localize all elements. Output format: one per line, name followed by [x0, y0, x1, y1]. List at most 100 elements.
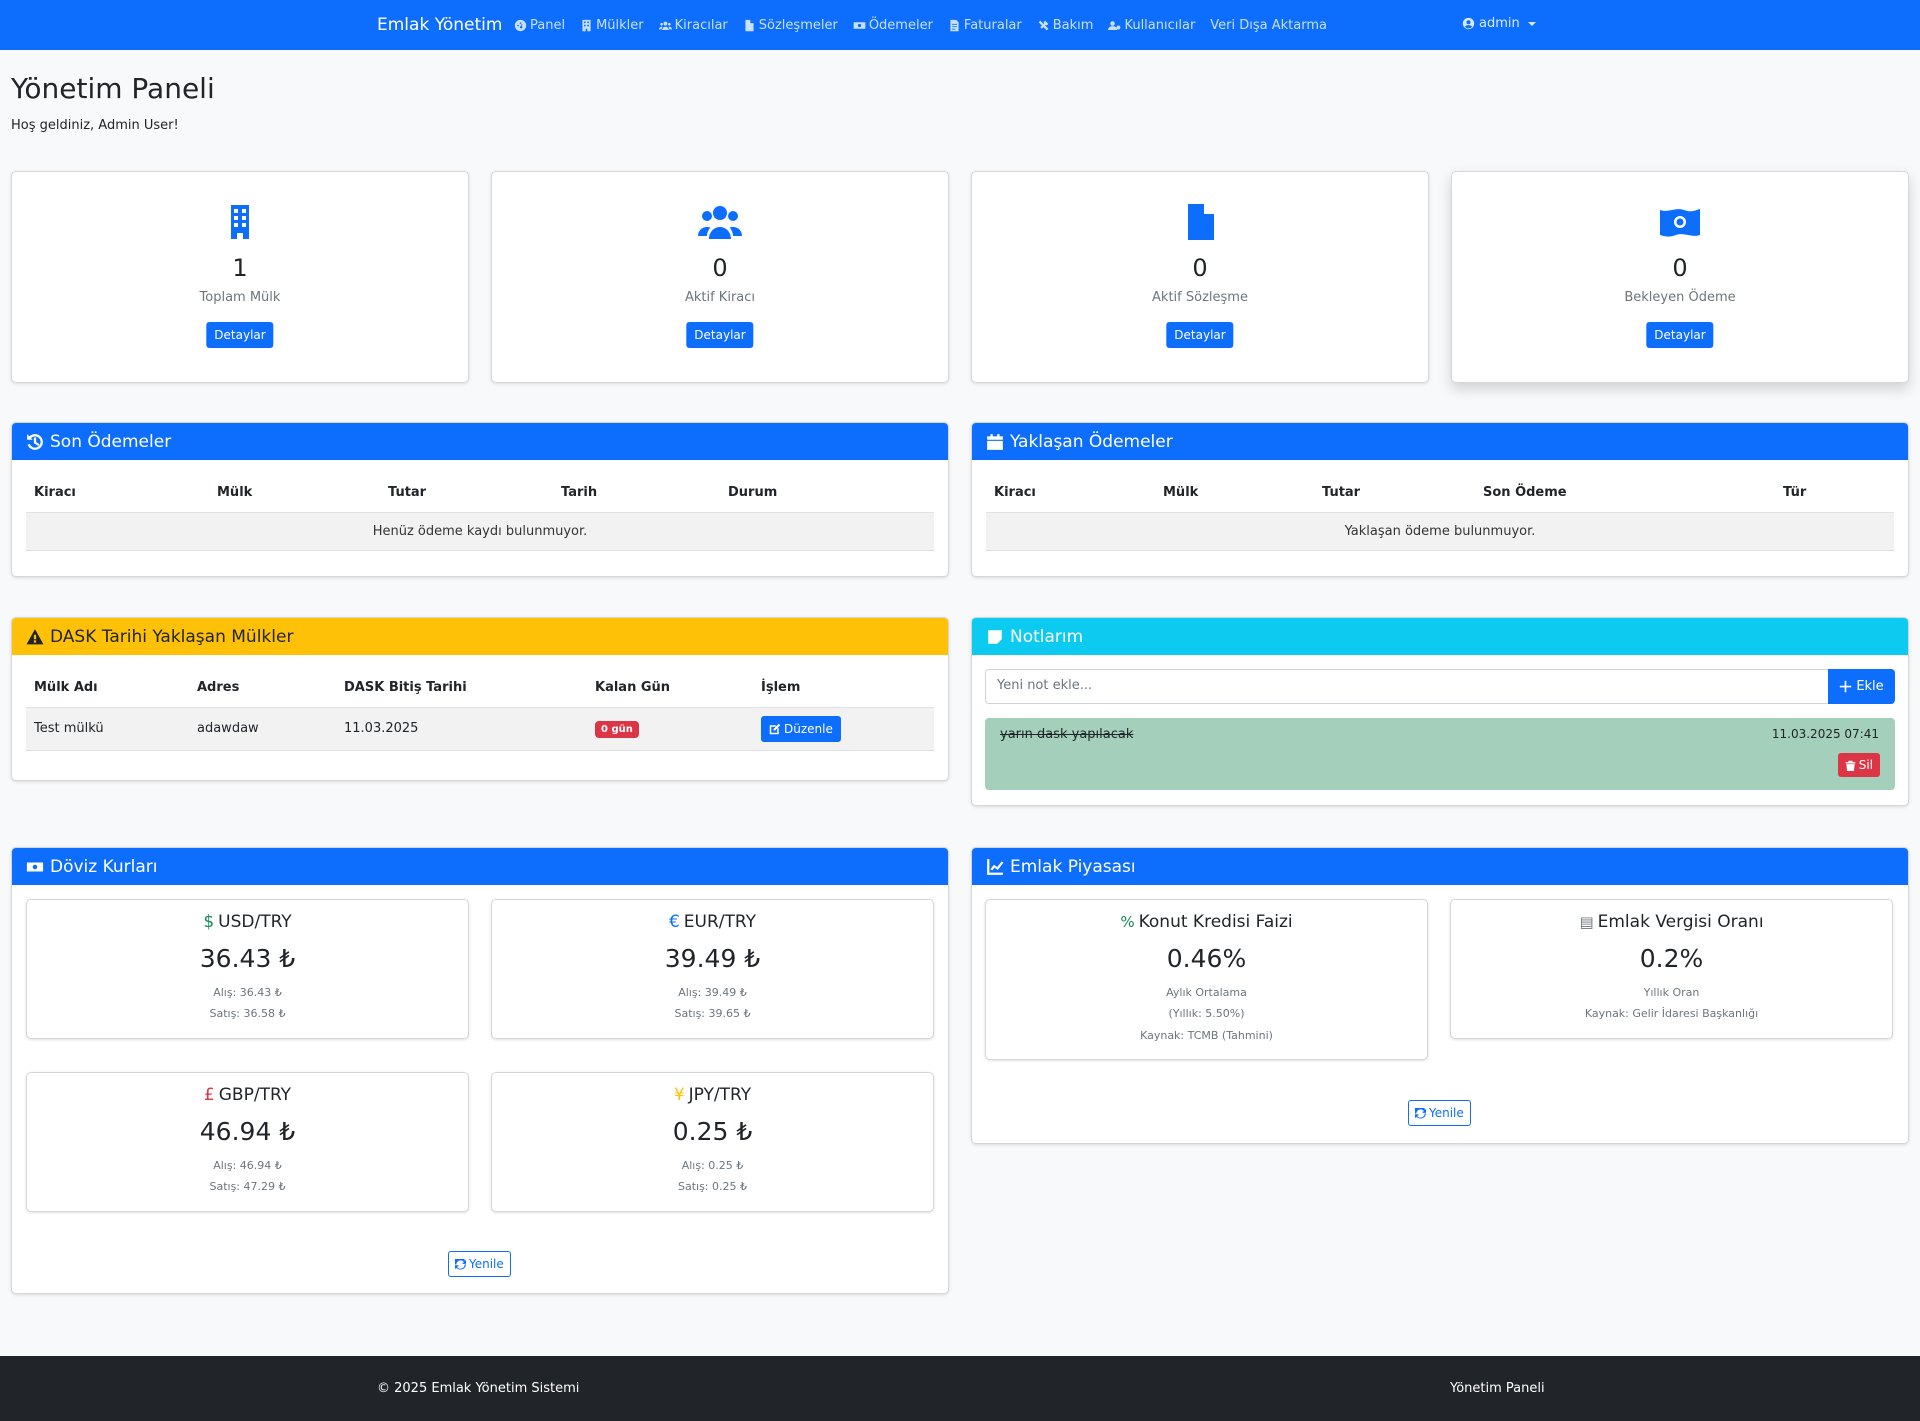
details-button[interactable]: Detaylar [1646, 322, 1714, 348]
stat-value: 0 [1672, 254, 1688, 282]
nav-link-label: Mülkler [596, 17, 644, 33]
user-menu-toggle[interactable]: admin [1462, 16, 1536, 31]
nav-link-properties[interactable]: Mülkler [580, 18, 644, 33]
nav-link-contracts[interactable]: Sözleşmeler [743, 18, 838, 33]
rate-value: 36.43 ₺ [199, 944, 296, 973]
user-cog-icon [1108, 20, 1121, 30]
trash-icon [1845, 760, 1856, 771]
plus-icon [1840, 680, 1852, 693]
nav-link-label: Bakım [1052, 17, 1094, 33]
dask-end-date: 11.03.2025 [336, 707, 587, 751]
refresh-label: Yenile [469, 1257, 504, 1271]
action-cell: Düzenle [753, 707, 934, 751]
note-input[interactable]: Yeni not ekle... [985, 669, 1829, 704]
buy-rate: Alış: 36.43 ₺ [213, 986, 282, 999]
column-header: Kalan Gün [587, 669, 753, 708]
panel-title: Yaklaşan Ödemeler [1010, 431, 1173, 452]
market-item-line: (Yıllık: 5.50%) [1168, 1007, 1245, 1020]
user-circle-icon [1462, 17, 1475, 30]
stat-icon-wrap [12, 203, 468, 241]
nav-link-tenants[interactable]: Kiracılar [658, 18, 728, 33]
rate-pair: JPY/TRY [688, 1085, 752, 1105]
market-item-title: Konut Kredisi Faizi [1138, 912, 1293, 932]
nav-link-invoices[interactable]: Faturalar [948, 18, 1022, 33]
buy-rate: Alış: 46.94 ₺ [213, 1159, 282, 1172]
column-header: Tutar [1314, 474, 1475, 513]
refresh-icon [1415, 1107, 1426, 1118]
empty-message: Henüz ödeme kaydı bulunmuyor. [26, 512, 934, 551]
dask-table: Mülk Adı Adres DASK Bitiş Tarihi Kalan G… [26, 669, 934, 751]
stat-value: 1 [232, 254, 248, 282]
remaining-days-cell: 0 gün [587, 707, 753, 751]
stat-label: Toplam Mülk [199, 290, 281, 305]
note-text: yarın dask yapılacak [1000, 727, 1134, 742]
euro-icon: € [668, 912, 680, 932]
chevron-down-icon [1527, 21, 1536, 26]
details-button[interactable]: Detaylar [206, 322, 274, 348]
nav-link-label: Kullanıcılar [1124, 17, 1196, 33]
empty-message: Yaklaşan ödeme bulunmuyor. [986, 512, 1894, 551]
panel-title: Notlarım [1010, 626, 1084, 647]
sticky-note-icon [988, 629, 1002, 644]
add-note-label: Ekle [1856, 679, 1884, 694]
footer-copyright: © 2025 Emlak Yönetim Sistemi [377, 1381, 580, 1396]
column-header: DASK Bitiş Tarihi [336, 669, 587, 708]
edit-button[interactable]: Düzenle [761, 715, 841, 742]
add-note-button[interactable]: Ekle [1828, 669, 1895, 704]
panel-title: Döviz Kurları [50, 856, 158, 877]
panel-title: Son Ödemeler [50, 431, 172, 452]
panel-header: Emlak Piyasası [972, 848, 1908, 885]
rate-card-eur: € EUR/TRY 39.49 ₺ Alış: 39.49 ₺ Satış: 3… [491, 899, 934, 1039]
stat-value: 0 [1192, 254, 1208, 282]
market-item-title: Emlak Vergisi Oranı [1597, 912, 1764, 932]
details-button[interactable]: Detaylar [686, 322, 754, 348]
money-icon [26, 862, 44, 871]
nav-link-label: Veri Dışa Aktarma [1210, 17, 1327, 33]
market-item-line: Kaynak: Gelir İdaresi Başkanlığı [1584, 1007, 1759, 1020]
column-header: Mülk [1155, 474, 1314, 513]
sell-rate: Satış: 36.58 ₺ [209, 1007, 286, 1020]
nav-link-panel[interactable]: Panel [514, 18, 565, 33]
money-icon [853, 21, 866, 29]
stat-label: Aktif Kiracı [684, 290, 756, 305]
rate-value: 46.94 ₺ [199, 1117, 296, 1146]
top-navbar: Emlak Yönetim Panel Mülkler Kiracılar Sö… [0, 0, 1920, 50]
yen-icon: ¥ [673, 1085, 685, 1105]
column-header: İşlem [753, 669, 934, 708]
nav-link-maintenance[interactable]: Bakım [1037, 17, 1094, 33]
panel-header: Notlarım [972, 618, 1908, 655]
panel-header: DASK Tarihi Yaklaşan Mülkler [12, 618, 948, 655]
building-icon [231, 205, 249, 239]
buy-rate: Alış: 39.49 ₺ [678, 986, 747, 999]
details-button[interactable]: Detaylar [1166, 322, 1234, 348]
stat-icon-wrap [1452, 203, 1908, 241]
percent-icon: % [1120, 913, 1135, 931]
sell-rate: Satış: 47.29 ₺ [209, 1180, 286, 1193]
nav-link-label: Sözleşmeler [758, 17, 838, 33]
rate-title: % Konut Kredisi Faizi [986, 912, 1427, 932]
stat-value: 0 [712, 254, 728, 282]
refresh-rates-button[interactable]: Yenile [448, 1251, 511, 1277]
dashboard-icon [514, 19, 527, 31]
panel-header: Son Ödemeler [12, 423, 948, 460]
chart-line-icon [987, 858, 1004, 875]
nav-link-export[interactable]: Veri Dışa Aktarma [1210, 18, 1327, 33]
nav-link-label: Ödemeler [868, 17, 933, 33]
nav-link-users[interactable]: Kullanıcılar [1108, 18, 1195, 33]
property-tax-card: ▤ Emlak Vergisi Oranı 0.2% Yıllık Oran K… [1450, 899, 1893, 1039]
nav-links: Panel Mülkler Kiracılar Sözleşmeler Ödem… [514, 0, 1327, 50]
tools-icon [1038, 20, 1049, 30]
contract-icon [1188, 204, 1214, 240]
brand-link[interactable]: Emlak Yönetim [377, 15, 502, 35]
refresh-market-button[interactable]: Yenile [1408, 1100, 1471, 1126]
welcome-text: Hoş geldiniz, Admin User! [11, 118, 179, 133]
delete-note-button[interactable]: Sil [1837, 753, 1880, 777]
currency-panel: Döviz Kurları $ USD/TRY 36.43 ₺ Alış: 36… [11, 847, 949, 1294]
rate-pair: USD/TRY [218, 912, 292, 932]
rate-pair: GBP/TRY [218, 1085, 292, 1105]
panel-title: DASK Tarihi Yaklaşan Mülkler [50, 626, 294, 647]
rate-title: $ USD/TRY [27, 912, 468, 932]
nav-link-payments[interactable]: Ödemeler [853, 18, 933, 33]
stat-label: Bekleyen Ödeme [1624, 290, 1736, 305]
users-icon [698, 206, 742, 239]
